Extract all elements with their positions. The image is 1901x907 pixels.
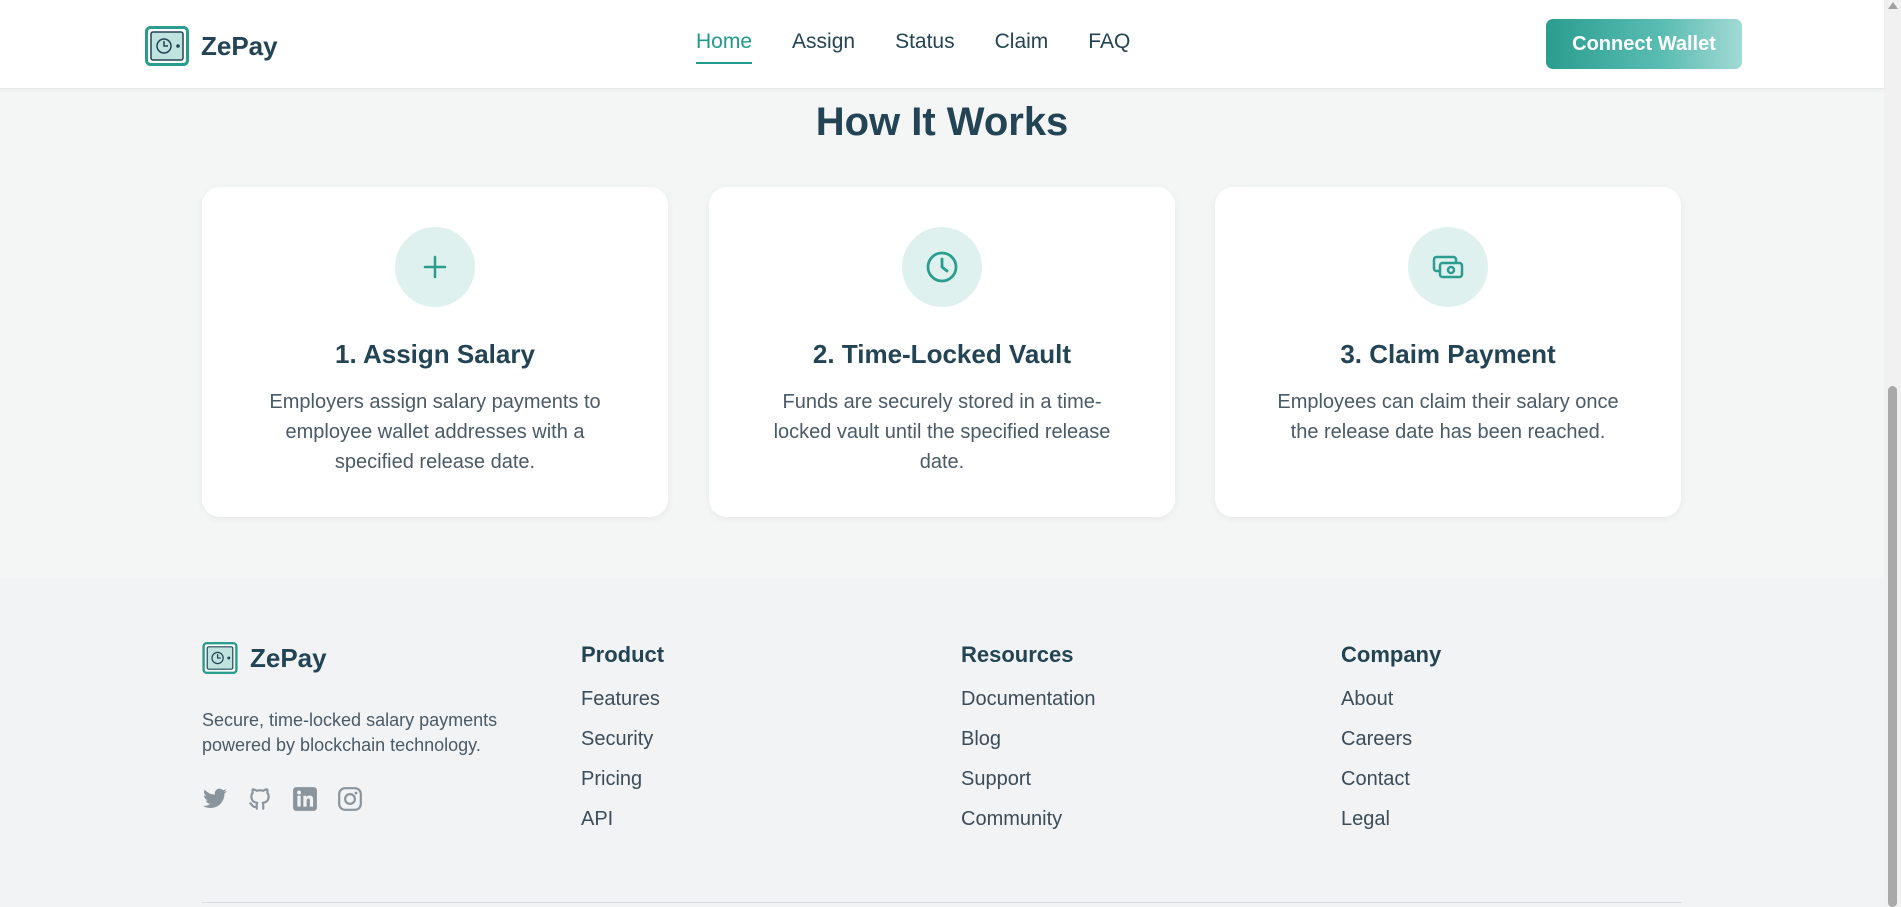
footer-link-support[interactable]: Support [961, 766, 1096, 806]
card-description: Employers assign salary payments to empl… [269, 391, 601, 473]
twitter-icon[interactable] [202, 786, 228, 812]
clock-icon [902, 227, 982, 307]
nav-claim[interactable]: Claim [995, 30, 1049, 64]
footer-link-security[interactable]: Security [581, 726, 664, 766]
card-description: Employees can claim their salary once th… [1277, 391, 1619, 443]
section-title: How It Works [815, 100, 1069, 144]
github-icon[interactable] [247, 786, 273, 812]
footer-link-pricing[interactable]: Pricing [581, 766, 664, 806]
nav-home[interactable]: Home [696, 30, 753, 64]
social-links [202, 786, 382, 812]
top-navbar: ZePay Home Assign Status Claim FAQ Conne… [0, 0, 1884, 89]
cash-icon [1408, 227, 1488, 307]
card-description: Funds are securely stored in a time-lock… [773, 391, 1111, 473]
step-card-assign: 1. Assign Salary Employers assign salary… [202, 187, 668, 517]
footer-column-title: Resources [961, 642, 1074, 667]
nav-faq[interactable]: FAQ [1088, 30, 1130, 64]
scroll-up-arrow-icon[interactable] [1888, 2, 1898, 9]
scroll-thumb[interactable] [1888, 386, 1897, 907]
footer-brand-name: ZePay [250, 642, 327, 673]
footer-brand[interactable]: ZePay [202, 642, 327, 674]
footer-link-documentation[interactable]: Documentation [961, 686, 1096, 726]
plus-icon [395, 227, 475, 307]
footer-link-legal[interactable]: Legal [1341, 806, 1441, 846]
brand[interactable]: ZePay [145, 26, 278, 66]
nav-status[interactable]: Status [895, 30, 955, 64]
footer-link-contact[interactable]: Contact [1341, 766, 1441, 806]
footer-link-about[interactable]: About [1341, 686, 1441, 726]
connect-wallet-button[interactable]: Connect Wallet [1546, 19, 1742, 69]
footer: ZePay Secure, time-locked salary payment… [0, 578, 1884, 907]
footer-link-careers[interactable]: Careers [1341, 726, 1441, 766]
card-title: 2. Time-Locked Vault [812, 339, 1072, 369]
card-title: 3. Claim Payment [1340, 339, 1556, 369]
step-card-vault: 2. Time-Locked Vault Funds are securely … [709, 187, 1175, 517]
footer-tagline: Secure, time-locked salary payments powe… [202, 710, 498, 755]
linkedin-icon[interactable] [292, 786, 318, 812]
instagram-icon[interactable] [337, 786, 363, 812]
vault-logo-icon [145, 26, 189, 66]
footer-column-product: Product Features Security Pricing API [581, 642, 664, 846]
footer-column-title: Company [1341, 642, 1442, 667]
footer-link-api[interactable]: API [581, 806, 664, 846]
step-card-claim: 3. Claim Payment Employees can claim the… [1215, 187, 1681, 517]
footer-link-features[interactable]: Features [581, 686, 664, 726]
footer-divider [202, 902, 1682, 903]
vault-logo-icon [202, 642, 238, 674]
card-title: 1. Assign Salary [335, 339, 535, 369]
footer-column-company: Company About Careers Contact Legal [1341, 642, 1441, 846]
main-nav: Home Assign Status Claim FAQ [696, 30, 1170, 64]
nav-assign[interactable]: Assign [792, 30, 855, 64]
brand-name: ZePay [201, 30, 278, 61]
footer-column-resources: Resources Documentation Blog Support Com… [961, 642, 1096, 846]
footer-link-community[interactable]: Community [961, 806, 1096, 846]
page-scrollbar[interactable] [1884, 0, 1901, 907]
footer-link-blog[interactable]: Blog [961, 726, 1096, 766]
footer-column-title: Product [581, 642, 665, 667]
